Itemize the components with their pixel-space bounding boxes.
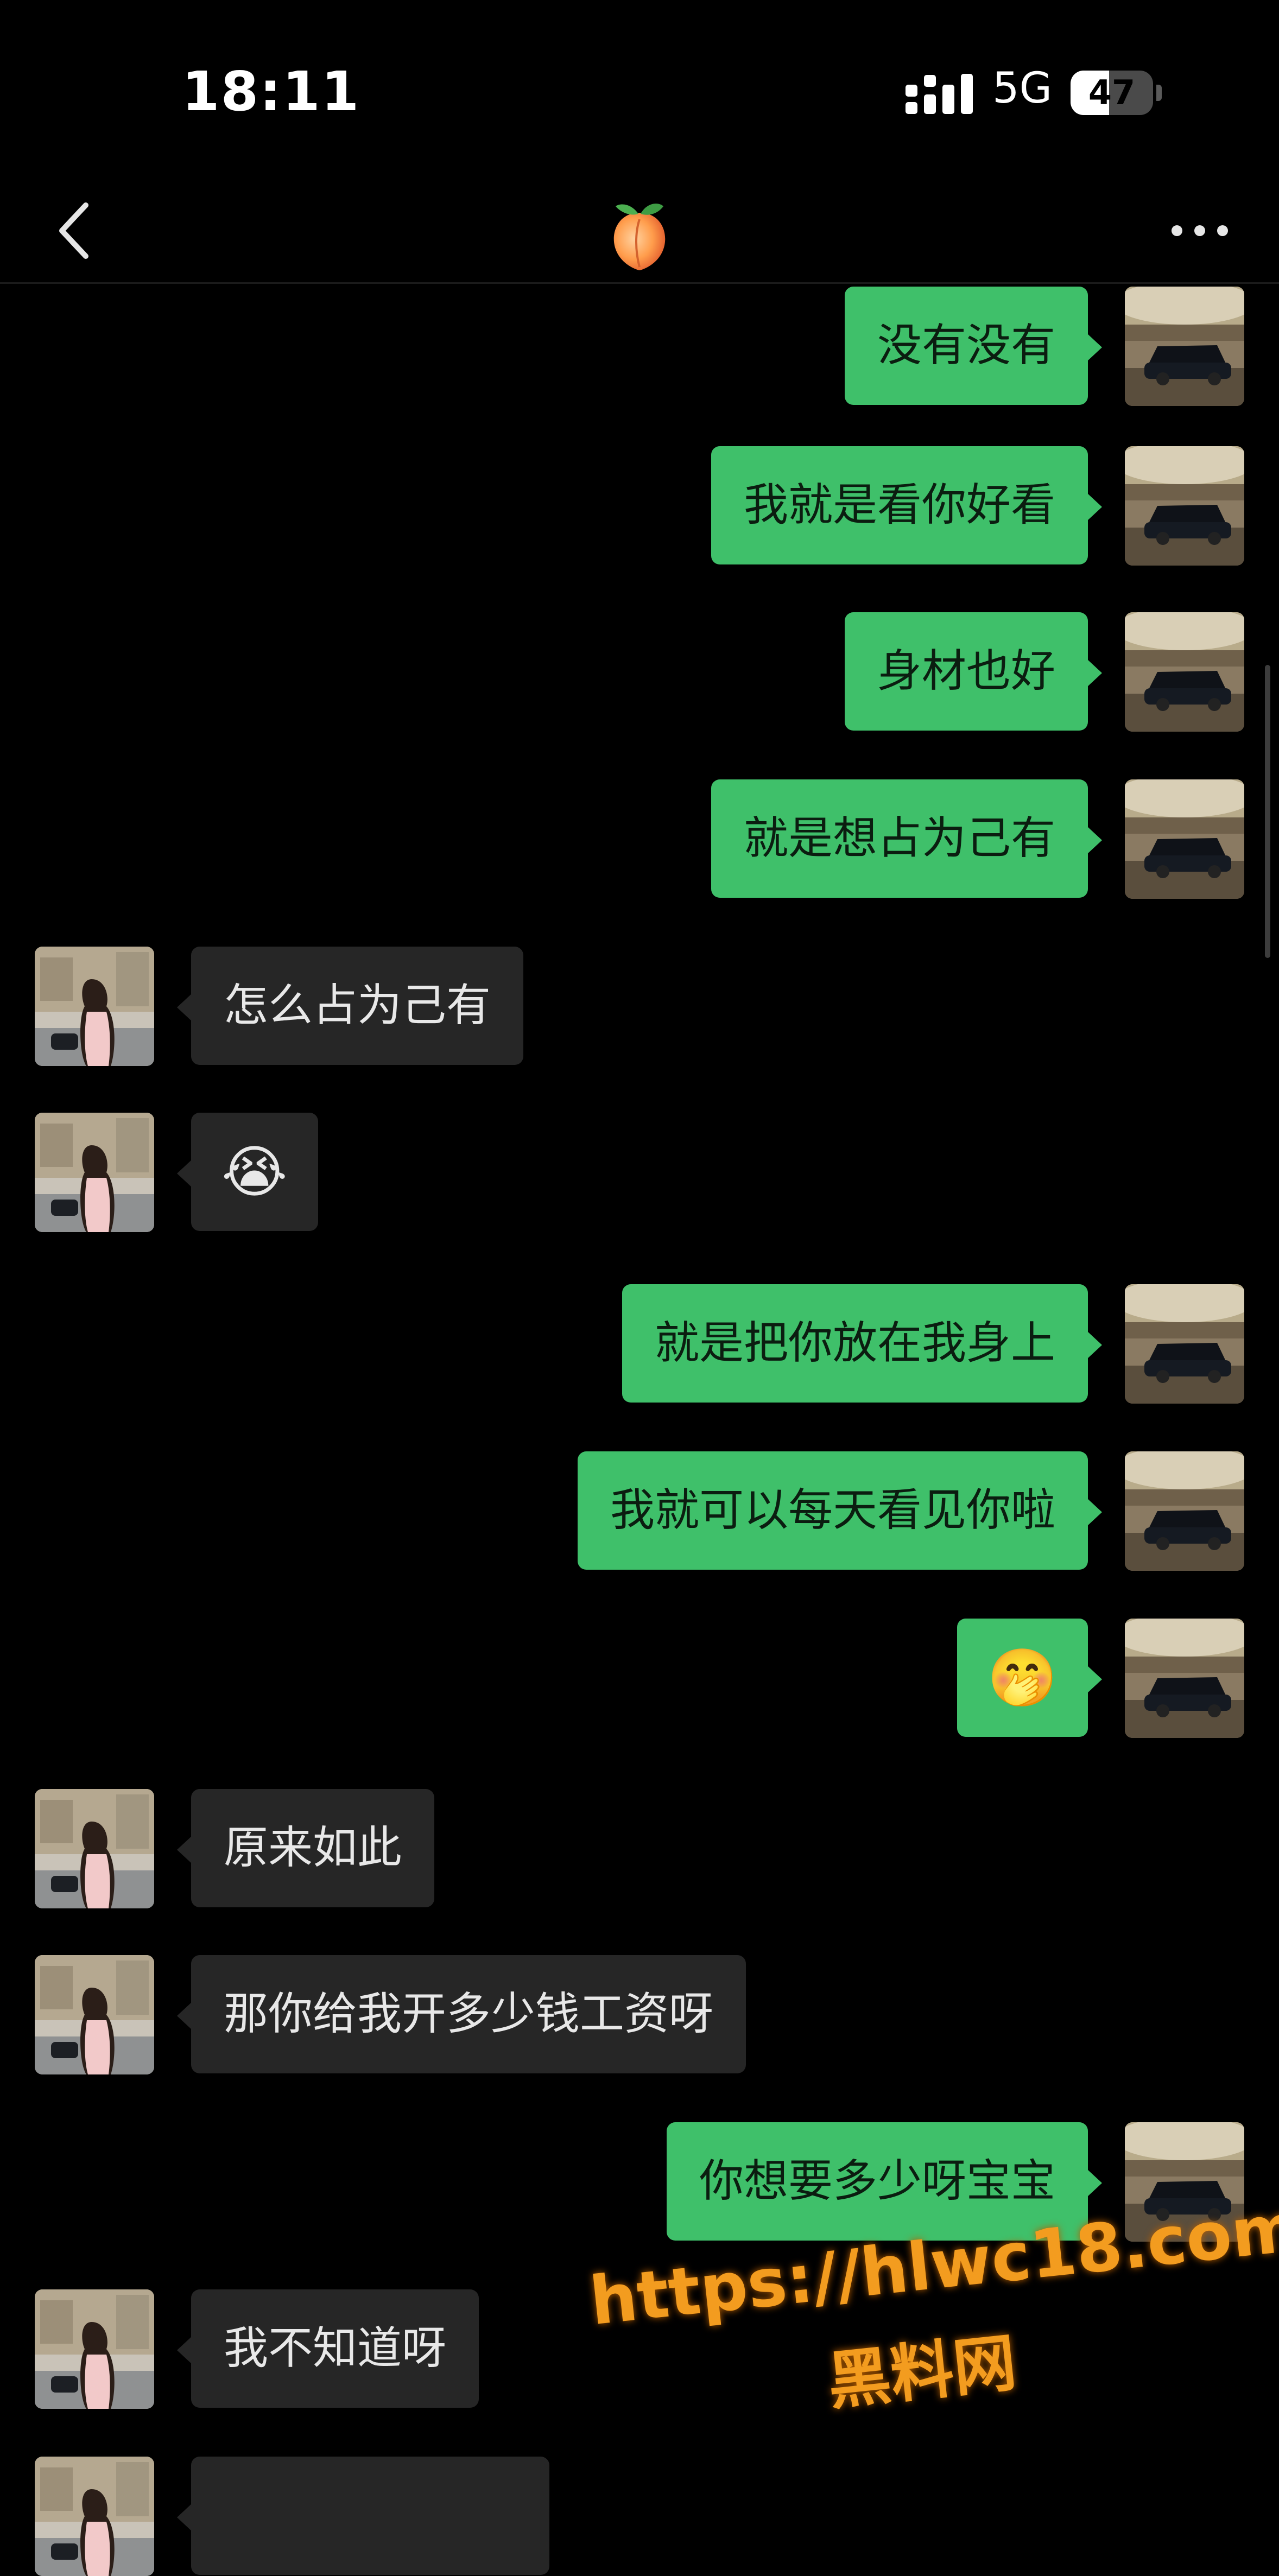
battery-icon: 47 — [1071, 71, 1162, 115]
contact-avatar[interactable] — [35, 2457, 154, 2576]
network-type: 5G — [992, 64, 1053, 113]
my-avatar[interactable] — [1125, 612, 1244, 732]
sent-message-bubble[interactable]: 就是想占为己有 — [711, 779, 1103, 898]
message-row: 我就可以每天看见你啦 — [0, 1451, 1279, 1571]
watermark-name: 黑料网 — [824, 2326, 1020, 2419]
sent-message-bubble[interactable]: 我就可以每天看见你啦 — [577, 1451, 1103, 1570]
message-row — [0, 2457, 1279, 2576]
sent-message-bubble[interactable]: 身材也好 — [844, 612, 1103, 731]
battery-level: 47 — [1088, 73, 1136, 112]
received-message-bubble[interactable]: 😭 — [177, 1113, 318, 1231]
my-avatar[interactable] — [1125, 1451, 1244, 1571]
contact-avatar[interactable] — [35, 2289, 154, 2409]
scrollbar-thumb[interactable] — [1265, 665, 1270, 958]
header-divider — [0, 282, 1279, 284]
message-row: 我就是看你好看 — [0, 446, 1279, 566]
contact-avatar[interactable] — [35, 1789, 154, 1908]
sent-message-bubble[interactable]: 就是把你放在我身上 — [622, 1284, 1103, 1403]
contact-avatar[interactable] — [35, 1955, 154, 2074]
message-row: 😭 — [0, 1113, 1279, 1232]
received-message-bubble[interactable]: 那你给我开多少钱工资呀 — [176, 1955, 746, 2073]
received-message-bubble[interactable]: 我不知道呀 — [176, 2289, 479, 2408]
sent-message-bubble[interactable]: 我就是看你好看 — [711, 446, 1103, 564]
message-row: 那你给我开多少钱工资呀 — [0, 1955, 1279, 2074]
my-avatar[interactable] — [1125, 779, 1244, 899]
received-message-bubble[interactable]: 原来如此 — [176, 1789, 435, 1907]
message-row: 身材也好 — [0, 612, 1279, 732]
contact-avatar[interactable] — [35, 947, 154, 1066]
message-row: 🤭 — [0, 1619, 1279, 1738]
contact-avatar[interactable] — [35, 1113, 154, 1232]
message-row: 怎么占为己有 — [0, 947, 1279, 1066]
message-row: 原来如此 — [0, 1789, 1279, 1908]
message-row: 没有没有 — [0, 287, 1279, 406]
received-message-bubble[interactable]: 怎么占为己有 — [176, 947, 524, 1065]
my-avatar[interactable] — [1125, 287, 1244, 406]
status-bar: 18:11 5G 47 — [0, 0, 1279, 179]
my-avatar[interactable] — [1125, 1619, 1244, 1738]
my-avatar[interactable] — [1125, 446, 1244, 566]
chat-header — [0, 179, 1279, 282]
more-options-icon[interactable] — [1162, 201, 1238, 261]
status-time: 18:11 — [182, 60, 360, 123]
signal-strength-icon — [906, 74, 973, 114]
my-avatar[interactable] — [1125, 1284, 1244, 1404]
peach-emoji-icon — [613, 204, 666, 270]
received-message-bubble[interactable] — [177, 2457, 549, 2575]
back-chevron-icon[interactable] — [38, 190, 119, 271]
sent-message-bubble[interactable]: 没有没有 — [844, 287, 1103, 405]
message-row: 就是想占为己有 — [0, 779, 1279, 899]
sent-message-bubble[interactable]: 🤭 — [957, 1619, 1102, 1737]
message-row: 就是把你放在我身上 — [0, 1284, 1279, 1404]
